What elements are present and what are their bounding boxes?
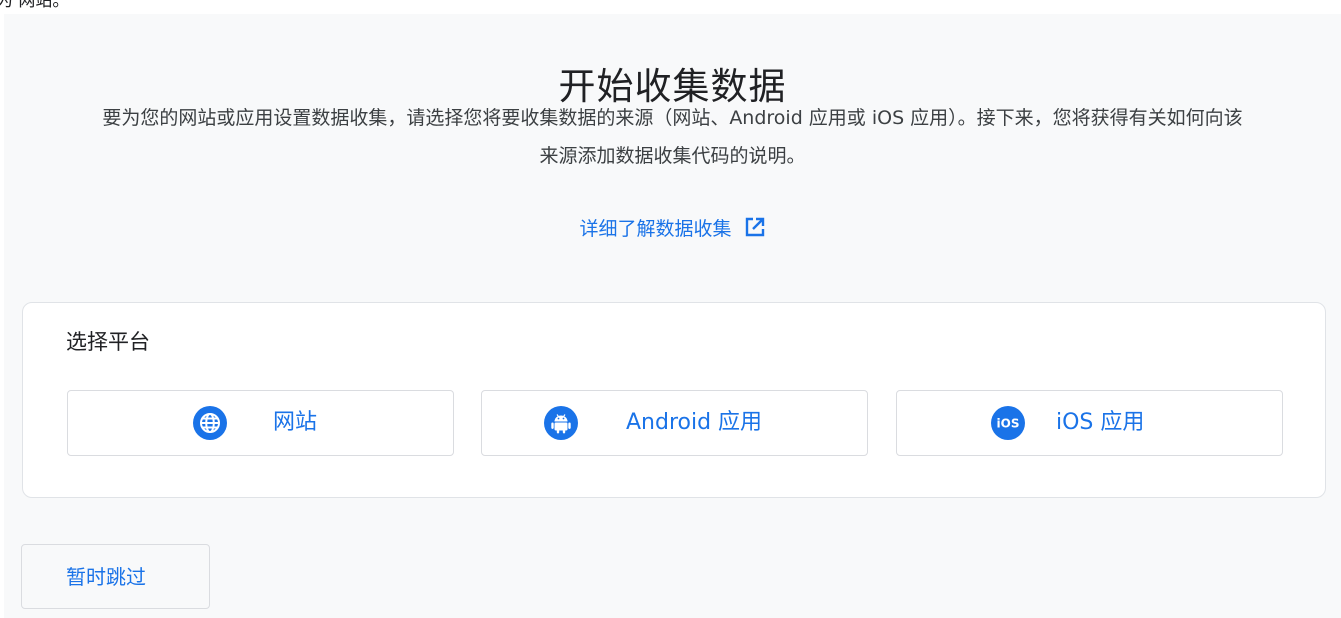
android-icon [543, 405, 579, 441]
platform-web-label: 网站 [273, 410, 318, 435]
page-description: 要为您的网站或应用设置数据收集，请选择您将要收集数据的来源（网站、Android… [102, 107, 1243, 167]
svg-text:iOS: iOS [997, 417, 1020, 431]
external-link-icon [744, 216, 766, 247]
platform-ios-button[interactable]: iOS iOS 应用 [896, 390, 1283, 456]
platform-ios-label: iOS 应用 [1056, 410, 1145, 435]
skip-for-now-button[interactable]: 暂时跳过 [21, 544, 210, 609]
platform-card-title: 选择平台 [66, 330, 150, 354]
caption-fragment: 为 网站。 [0, 0, 70, 11]
platform-card: 选择平台 网站 Android 应用 iOS iOS 应用 [22, 302, 1326, 498]
platform-android-button[interactable]: Android 应用 [481, 390, 868, 456]
setup-panel: 开始收集数据 要为您的网站或应用设置数据收集，请选择您将要收集数据的来源（网站、… [4, 14, 1341, 618]
globe-icon [192, 405, 228, 441]
skip-for-now-label: 暂时跳过 [66, 565, 146, 589]
platform-android-label: Android 应用 [626, 410, 763, 435]
learn-more-label: 详细了解数据收集 [579, 218, 732, 240]
platform-web-button[interactable]: 网站 [67, 390, 454, 456]
ios-icon: iOS [990, 405, 1026, 441]
learn-more-link[interactable]: 详细了解数据收集 [4, 214, 1341, 247]
